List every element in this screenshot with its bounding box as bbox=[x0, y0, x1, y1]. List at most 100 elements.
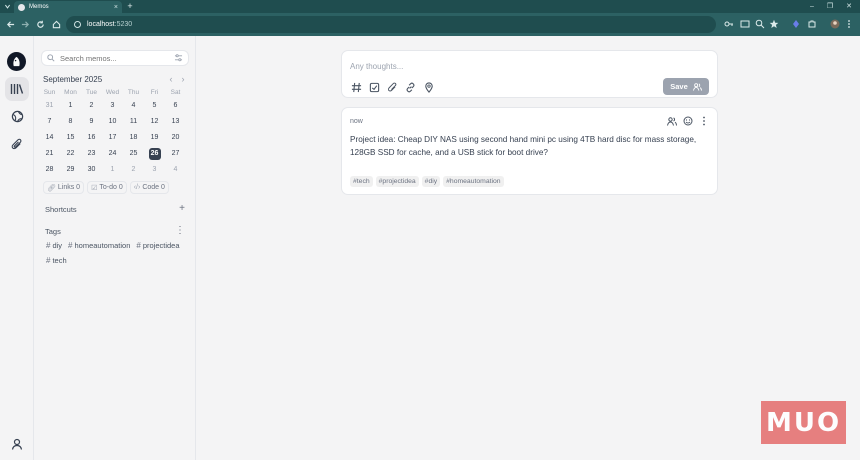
calendar-day[interactable]: 19 bbox=[144, 130, 165, 146]
site-info-icon[interactable] bbox=[74, 21, 81, 28]
minimize-button[interactable]: – bbox=[806, 1, 818, 12]
close-window-button[interactable]: ✕ bbox=[843, 1, 855, 12]
profile-avatar[interactable] bbox=[830, 19, 840, 29]
search-input[interactable] bbox=[60, 53, 174, 63]
calendar-day[interactable]: 12 bbox=[144, 114, 165, 130]
memo-more-menu-icon[interactable] bbox=[699, 116, 709, 126]
code-stat-label: Code 0 bbox=[142, 184, 165, 191]
links-stat[interactable]: 🔗︎ Links 0 bbox=[43, 181, 85, 194]
reaction-smile-icon[interactable] bbox=[683, 116, 693, 126]
reload-button[interactable] bbox=[34, 18, 46, 30]
calendar-day[interactable]: 4 bbox=[165, 162, 186, 178]
extension-icon[interactable] bbox=[791, 19, 801, 29]
calendar-day[interactable]: 22 bbox=[60, 146, 81, 162]
tab-search-icon[interactable] bbox=[2, 1, 13, 12]
calendar-day-number: 19 bbox=[150, 133, 159, 141]
address-bar[interactable]: localhost:5230 bbox=[66, 16, 716, 33]
calendar-day[interactable]: 28 bbox=[39, 162, 60, 178]
calendar-day[interactable]: 2 bbox=[81, 98, 102, 114]
calendar-day[interactable]: 8 bbox=[60, 114, 81, 130]
memo-editor[interactable]: Any thoughts... Save bbox=[341, 50, 718, 98]
sidebar-tag[interactable]: # diy bbox=[46, 241, 62, 250]
browser-tab-memos[interactable]: Memos × bbox=[14, 1, 122, 13]
calendar-day-number: 30 bbox=[87, 165, 96, 173]
calendar-day[interactable]: 21 bbox=[39, 146, 60, 162]
password-key-icon[interactable] bbox=[724, 19, 734, 29]
editor-placeholder[interactable]: Any thoughts... bbox=[350, 62, 403, 71]
memo-tag-chip[interactable]: #homeautomation bbox=[443, 176, 504, 187]
tab-close-icon[interactable]: × bbox=[114, 4, 118, 11]
calendar-day[interactable]: 24 bbox=[102, 146, 123, 162]
calendar-day[interactable]: 29 bbox=[60, 162, 81, 178]
bookmark-star-icon[interactable] bbox=[769, 19, 779, 29]
attachments-paperclip-icon[interactable] bbox=[5, 132, 29, 156]
calendar-day[interactable]: 5 bbox=[144, 98, 165, 114]
calendar-day[interactable]: 25 bbox=[123, 146, 144, 162]
add-shortcut-button[interactable]: + bbox=[179, 203, 185, 214]
hash-tag-icon[interactable] bbox=[350, 81, 363, 94]
maximize-button[interactable]: ❐ bbox=[824, 1, 836, 12]
memos-logo[interactable] bbox=[7, 52, 26, 71]
calendar-day[interactable]: 3 bbox=[144, 162, 165, 178]
calendar-day[interactable]: 11 bbox=[123, 114, 144, 130]
memo-tag-chip[interactable]: #projectidea bbox=[375, 176, 419, 187]
calendar-day[interactable]: 27 bbox=[165, 146, 186, 162]
calendar-day[interactable]: 13 bbox=[165, 114, 186, 130]
tags-list: # diy # homeautomation # projectidea # tech bbox=[46, 241, 186, 265]
search-box[interactable] bbox=[41, 50, 189, 66]
sidebar-tag[interactable]: # tech bbox=[46, 256, 67, 265]
forward-button[interactable] bbox=[19, 18, 31, 30]
save-button[interactable]: Save bbox=[663, 78, 709, 95]
calendar-day[interactable]: 10 bbox=[102, 114, 123, 130]
memo-tag-chip[interactable]: #diy bbox=[421, 176, 441, 187]
calendar-day[interactable]: 3 bbox=[102, 98, 123, 114]
calendar-day-number: 17 bbox=[108, 133, 117, 141]
visibility-users-icon[interactable] bbox=[667, 116, 677, 126]
chevron-right-icon[interactable]: › bbox=[177, 74, 189, 84]
calendar-day[interactable]: 6 bbox=[165, 98, 186, 114]
attachment-icon[interactable] bbox=[386, 81, 399, 94]
memo-card[interactable]: now Project idea: Cheap DIY NAS using se… bbox=[341, 107, 718, 195]
location-pin-icon[interactable] bbox=[422, 81, 435, 94]
extensions-puzzle-icon[interactable] bbox=[807, 19, 817, 29]
sidebar-tag[interactable]: # projectidea bbox=[136, 241, 179, 250]
back-button[interactable] bbox=[4, 18, 16, 30]
sidebar-tag[interactable]: # homeautomation bbox=[68, 241, 130, 250]
calendar-day[interactable]: 23 bbox=[81, 146, 102, 162]
calendar-day[interactable]: 4 bbox=[123, 98, 144, 114]
new-tab-button[interactable]: + bbox=[125, 1, 135, 12]
calendar-day[interactable]: 30 bbox=[81, 162, 102, 178]
filter-settings-icon[interactable] bbox=[174, 54, 183, 62]
calendar-day[interactable]: 20 bbox=[165, 130, 186, 146]
memos-app: September 2025 ‹ › Sun Mon Tue Wed Thu Fri Sat… bbox=[0, 36, 860, 460]
home-button[interactable] bbox=[50, 18, 62, 30]
link-memo-icon[interactable] bbox=[404, 81, 417, 94]
calendar-day-today[interactable]: 26 bbox=[144, 146, 165, 162]
calendar-day-number: 23 bbox=[87, 149, 96, 157]
tab-title: Memos bbox=[29, 4, 49, 10]
calendar-day[interactable]: 15 bbox=[60, 130, 81, 146]
calendar-day[interactable]: 1 bbox=[102, 162, 123, 178]
calendar-day[interactable]: 14 bbox=[39, 130, 60, 146]
browser-menu-icon[interactable] bbox=[844, 19, 854, 29]
code-stat[interactable]: ‹/› Code 0 bbox=[129, 181, 169, 194]
install-app-icon[interactable] bbox=[740, 19, 750, 29]
chevron-left-icon[interactable]: ‹ bbox=[165, 74, 177, 84]
calendar-weekday: Mon bbox=[64, 89, 77, 96]
tags-menu-button[interactable]: ⋮ bbox=[175, 225, 185, 236]
calendar-day[interactable]: 2 bbox=[123, 162, 144, 178]
calendar-day[interactable]: 1 bbox=[60, 98, 81, 114]
calendar-day[interactable]: 7 bbox=[39, 114, 60, 130]
calendar-day[interactable]: 31 bbox=[39, 98, 60, 114]
zoom-icon[interactable] bbox=[755, 19, 765, 29]
memos-home-nav-icon[interactable] bbox=[5, 77, 29, 101]
user-profile-icon[interactable] bbox=[5, 432, 29, 456]
calendar-day[interactable]: 9 bbox=[81, 114, 102, 130]
checkbox-list-icon[interactable] bbox=[368, 81, 381, 94]
explore-globe-icon[interactable] bbox=[5, 104, 29, 128]
todo-stat[interactable]: ☑ To-do 0 bbox=[87, 181, 127, 194]
calendar-day[interactable]: 16 bbox=[81, 130, 102, 146]
calendar-day[interactable]: 17 bbox=[102, 130, 123, 146]
memo-tag-chip[interactable]: #tech bbox=[350, 176, 373, 187]
calendar-day[interactable]: 18 bbox=[123, 130, 144, 146]
